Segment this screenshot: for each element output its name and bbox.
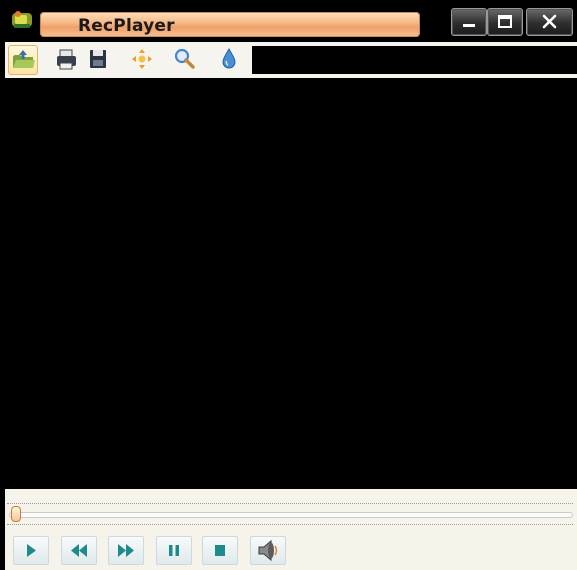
magnifier-icon xyxy=(174,48,195,69)
move-button[interactable] xyxy=(129,46,155,72)
water-drop-icon xyxy=(222,47,236,69)
save-button[interactable] xyxy=(85,46,111,72)
fast-forward-button[interactable] xyxy=(108,536,144,565)
video-canvas[interactable] xyxy=(5,78,577,489)
close-button[interactable] xyxy=(526,8,573,36)
floppy-disk-icon xyxy=(90,50,106,68)
zoom-button[interactable] xyxy=(171,46,197,72)
rewind-button[interactable] xyxy=(61,536,97,565)
rewind-icon xyxy=(71,544,87,557)
minimize-icon xyxy=(463,24,475,27)
pause-icon xyxy=(169,545,179,556)
move-arrows-icon xyxy=(132,49,152,69)
seek-thumb[interactable] xyxy=(11,506,21,522)
minimize-button[interactable] xyxy=(451,8,487,36)
fast-forward-icon xyxy=(118,544,134,557)
pause-button[interactable] xyxy=(156,536,192,565)
play-icon xyxy=(27,544,36,557)
play-button[interactable] xyxy=(13,536,49,565)
window-title: RecPlayer xyxy=(78,16,175,36)
folder-open-icon xyxy=(13,50,35,68)
color-button[interactable] xyxy=(216,46,242,72)
stop-icon xyxy=(215,545,225,556)
recplayer-window: RecPlayer xyxy=(0,0,577,570)
open-file-button[interactable] xyxy=(8,45,38,75)
title-bar[interactable]: RecPlayer xyxy=(0,0,577,42)
maximize-button[interactable] xyxy=(487,8,523,36)
info-display xyxy=(252,46,577,74)
volume-button[interactable] xyxy=(250,536,286,565)
print-button[interactable] xyxy=(53,46,79,72)
app-logo-icon xyxy=(11,9,33,31)
seek-bar[interactable] xyxy=(7,503,573,525)
maximize-icon xyxy=(498,15,512,28)
stop-button[interactable] xyxy=(202,536,238,565)
seek-track[interactable] xyxy=(9,512,573,518)
close-icon xyxy=(542,14,557,29)
printer-icon xyxy=(57,49,76,70)
speaker-icon xyxy=(258,539,278,562)
